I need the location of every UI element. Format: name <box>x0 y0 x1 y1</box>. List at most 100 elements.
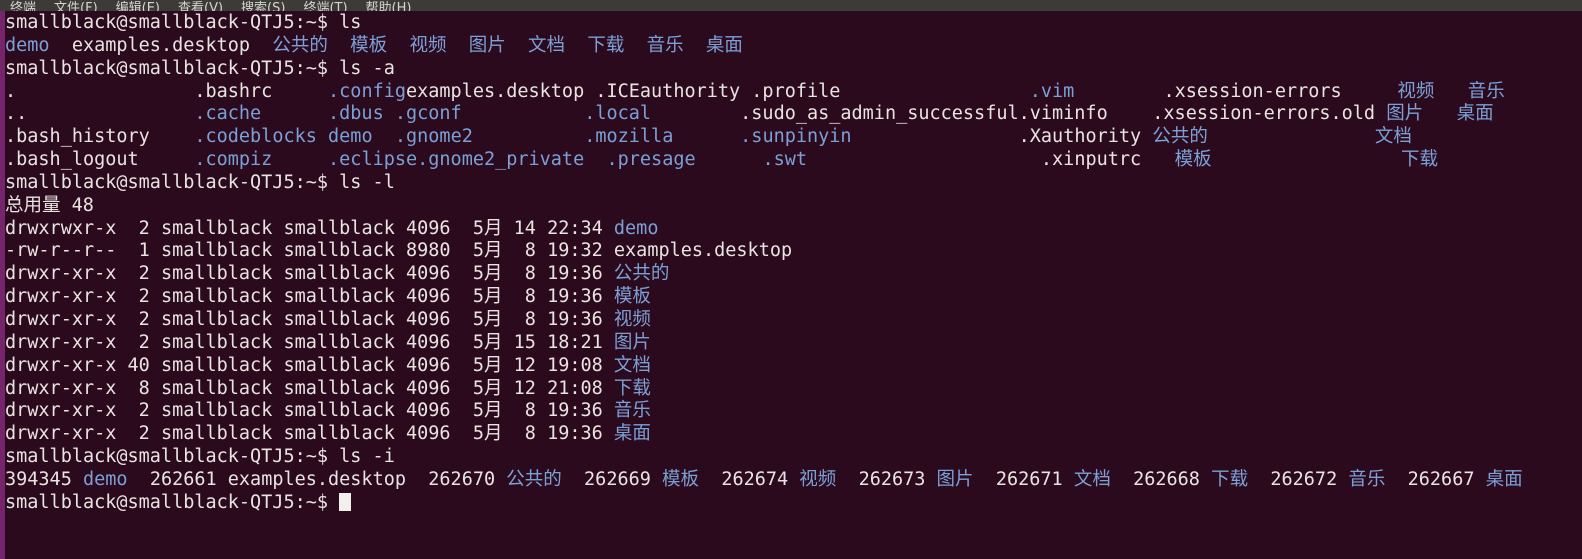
ls-entry-下载[interactable]: 下载 <box>587 35 624 56</box>
ls-a-entry-.ICEauthority[interactable]: .ICEauthority <box>595 81 740 102</box>
ls-a-entry-.viminfo[interactable]: .viminfo <box>1019 103 1108 124</box>
ls-l-entry-桌面[interactable]: 桌面 <box>614 423 651 444</box>
menu-item-5[interactable]: 搜索(S) <box>232 2 294 11</box>
window-menu-bar: 终端 文件(F) 编辑(E) 查看(V) 搜索(S) 终端(T) 帮助(H) <box>0 0 1582 11</box>
ls-i-entry-demo[interactable]: demo <box>83 469 128 490</box>
ls-a-entry-.xsession-errors[interactable]: .xsession-errors <box>1163 81 1341 102</box>
ls-l-row: drwxrwxr-x 2 smallblack smallblack 4096 … <box>5 218 1582 241</box>
ls-a-entry-.presage[interactable]: .presage <box>607 149 696 170</box>
ls-a-entry-.compiz[interactable]: .compiz <box>194 149 272 170</box>
ls-entry-公共的[interactable]: 公共的 <box>272 35 328 56</box>
ls-a-entry-..[interactable]: .. <box>5 103 27 124</box>
ls-a-entry-视频[interactable]: 视频 <box>1397 81 1434 102</box>
menu-item-7[interactable]: 帮助(H) <box>357 2 421 11</box>
ls-a-entry-.vim[interactable]: .vim <box>1030 81 1075 102</box>
terminal-window[interactable]: smallblack@smallblack-QTJ5:~$ ls demo exa… <box>0 11 1582 559</box>
ls-a-entry-.Xauthority[interactable]: .Xauthority <box>1019 126 1142 147</box>
ls-a-entry-.bashrc[interactable]: .bashrc <box>194 81 272 102</box>
ls-a-entry-.gnome2[interactable]: .gnome2 <box>395 126 473 147</box>
ls-a-entry-.xsession-errors.old[interactable]: .xsession-errors.old <box>1152 103 1375 124</box>
ls-a-entry-.xinputrc[interactable]: .xinputrc <box>1041 149 1141 170</box>
menu-item-2[interactable]: 文件(F) <box>45 2 107 11</box>
terminal-screen[interactable]: smallblack@smallblack-QTJ5:~$ ls demo exa… <box>5 11 1582 559</box>
ls-i-entry-下载[interactable]: 下载 <box>1211 469 1248 490</box>
ls-a-entry-.[interactable]: . <box>5 81 16 102</box>
ls-i-entry-文档[interactable]: 文档 <box>1074 469 1111 490</box>
menu-item-4[interactable]: 查看(V) <box>169 2 232 11</box>
ls-entry-图片[interactable]: 图片 <box>469 35 506 56</box>
ls-entry-文档[interactable]: 文档 <box>528 35 565 56</box>
ls-l-entry-文档[interactable]: 文档 <box>614 355 651 376</box>
ls-l-row: drwxr-xr-x 40 smallblack smallblack 4096… <box>5 355 1582 378</box>
file-owner: smallblack <box>160 354 273 376</box>
ls-entry-demo[interactable]: demo <box>5 35 50 56</box>
ls-a-entry-.swt[interactable]: .swt <box>762 149 807 170</box>
shell-prompt: smallblack@smallblack-QTJ5:~$ <box>5 491 340 513</box>
ls-a-entry-.sunpinyin[interactable]: .sunpinyin <box>740 126 851 147</box>
ls-a-entry-demo[interactable]: demo <box>328 126 373 147</box>
inode-number: 262661 <box>149 468 217 490</box>
ls-a-entry-下载[interactable]: 下载 <box>1401 149 1438 170</box>
terminal-prompt-line-2: smallblack@smallblack-QTJ5:~$ ls -a <box>5 58 1582 81</box>
ls-a-entry-图片[interactable]: 图片 <box>1386 103 1423 124</box>
ls-i-entry-音乐[interactable]: 音乐 <box>1348 469 1385 490</box>
ls-a-entry-文档[interactable]: 文档 <box>1375 126 1412 147</box>
ls-l-entry-图片[interactable]: 图片 <box>614 332 651 353</box>
file-time: 18:21 <box>547 331 603 353</box>
file-size: 4096 <box>406 423 451 445</box>
ls-a-entry-.eclipse[interactable]: .eclipse <box>328 149 417 170</box>
ls-i-entry-桌面[interactable]: 桌面 <box>1486 469 1523 490</box>
ls-a-entry-.bash_history[interactable]: .bash_history <box>5 126 150 147</box>
ls-l-entry-examples.desktop[interactable]: examples.desktop <box>614 240 792 261</box>
ls-entry-桌面[interactable]: 桌面 <box>706 35 743 56</box>
ls-a-entry-examples.desktop[interactable]: examples.desktop <box>406 81 584 102</box>
ls-l-entry-demo[interactable]: demo <box>614 218 659 239</box>
ls-a-entry-.dbus[interactable]: .dbus <box>328 103 384 124</box>
ls-a-entry-.mozilla[interactable]: .mozilla <box>584 126 673 147</box>
menu-item-6[interactable]: 终端(T) <box>294 2 356 11</box>
ls-a-entry-.gconf[interactable]: .gconf <box>395 103 462 124</box>
ls-l-entry-视频[interactable]: 视频 <box>614 309 651 330</box>
ls-i-entry-examples.desktop[interactable]: examples.desktop <box>228 469 406 490</box>
ls-entry-模板[interactable]: 模板 <box>350 35 387 56</box>
ls-l-entry-音乐[interactable]: 音乐 <box>614 400 651 421</box>
ls-a-entry-桌面[interactable]: 桌面 <box>1457 103 1494 124</box>
file-permissions: drwxr-xr-x <box>5 286 117 308</box>
ls-i-entry-公共的[interactable]: 公共的 <box>506 469 562 490</box>
ls-a-entry-.cache[interactable]: .cache <box>194 103 261 124</box>
ls-l-entry-下载[interactable]: 下载 <box>614 378 651 399</box>
ls-l-entry-公共的[interactable]: 公共的 <box>614 263 670 284</box>
file-size: 8980 <box>406 240 451 262</box>
ls-a-entry-.codeblocks[interactable]: .codeblocks <box>194 126 317 147</box>
ls-entry-视频[interactable]: 视频 <box>409 35 446 56</box>
menu-item-3[interactable]: 编辑(E) <box>107 2 169 11</box>
ls-i-entry-模板[interactable]: 模板 <box>662 469 699 490</box>
ls-a-entry-公共的[interactable]: 公共的 <box>1152 126 1208 147</box>
ls-a-entry-.gnome2_private[interactable]: .gnome2_private <box>417 149 584 170</box>
ls-a-entry-.local[interactable]: .local <box>584 103 651 124</box>
ls-a-entry-.profile[interactable]: .profile <box>751 81 840 102</box>
file-owner: smallblack <box>160 377 273 399</box>
ls-a-entry-.bash_logout[interactable]: .bash_logout <box>5 149 139 170</box>
ls-entry-examples.desktop[interactable]: examples.desktop <box>72 35 250 56</box>
ls-a-entry-音乐[interactable]: 音乐 <box>1468 81 1505 102</box>
ls-i-entry-视频[interactable]: 视频 <box>799 469 836 490</box>
ls-a-entry-.sudo_as_admin_successful[interactable]: .sudo_as_admin_successful <box>740 103 1018 124</box>
menu-item-1[interactable]: 终端 <box>0 2 45 11</box>
ls-a-entry-.config[interactable]: .config <box>328 81 406 102</box>
ls-a-entry-模板[interactable]: 模板 <box>1175 149 1212 170</box>
ls-i-entry-图片[interactable]: 图片 <box>937 469 974 490</box>
ls-l-entry-模板[interactable]: 模板 <box>614 286 651 307</box>
ls-entry-音乐[interactable]: 音乐 <box>647 35 684 56</box>
